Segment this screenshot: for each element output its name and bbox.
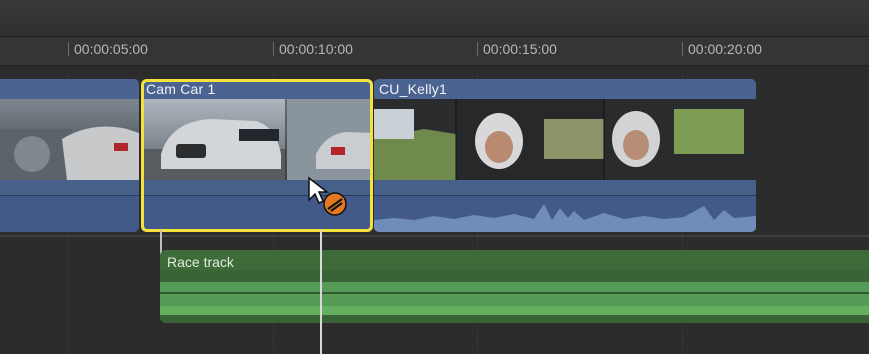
- clip-audio: [0, 195, 139, 232]
- skimmer-line[interactable]: [320, 230, 322, 354]
- clip-filmstrip: [374, 99, 756, 180]
- retime-blade-icon: [323, 192, 347, 216]
- primary-storyline: [0, 235, 869, 237]
- waveform: [374, 204, 756, 232]
- filmstrip-thumbnails: [141, 99, 373, 180]
- music-waveform: [160, 270, 869, 323]
- clip-title: [0, 79, 139, 99]
- clip-previous[interactable]: [0, 79, 139, 232]
- filmstrip-thumbnails: [374, 99, 756, 180]
- clip-cu-kelly1[interactable]: CU_Kelly1: [374, 79, 756, 232]
- timeline-toolbar: [0, 0, 869, 37]
- clip-race-track[interactable]: Race track: [160, 250, 869, 323]
- clip-audio-waveform: [374, 195, 756, 232]
- ruler-tick: 00:00:15:00: [477, 42, 557, 56]
- clip-filmstrip: [141, 99, 373, 180]
- mouse-pointer: [307, 176, 351, 218]
- ruler-divider: [0, 66, 869, 73]
- filmstrip-thumbnail: [0, 99, 139, 180]
- ruler-tick: 00:00:20:00: [682, 42, 762, 56]
- clip-title: Cam Car 1: [141, 79, 373, 99]
- clip-title: CU_Kelly1: [374, 79, 756, 99]
- ruler-tick: 00:00:10:00: [273, 42, 353, 56]
- timeline-ruler[interactable]: 00:00:05:00 00:00:10:00 00:00:15:00 00:0…: [0, 37, 869, 66]
- ruler-tick: 00:00:05:00: [68, 42, 148, 56]
- clip-filmstrip: [0, 99, 139, 180]
